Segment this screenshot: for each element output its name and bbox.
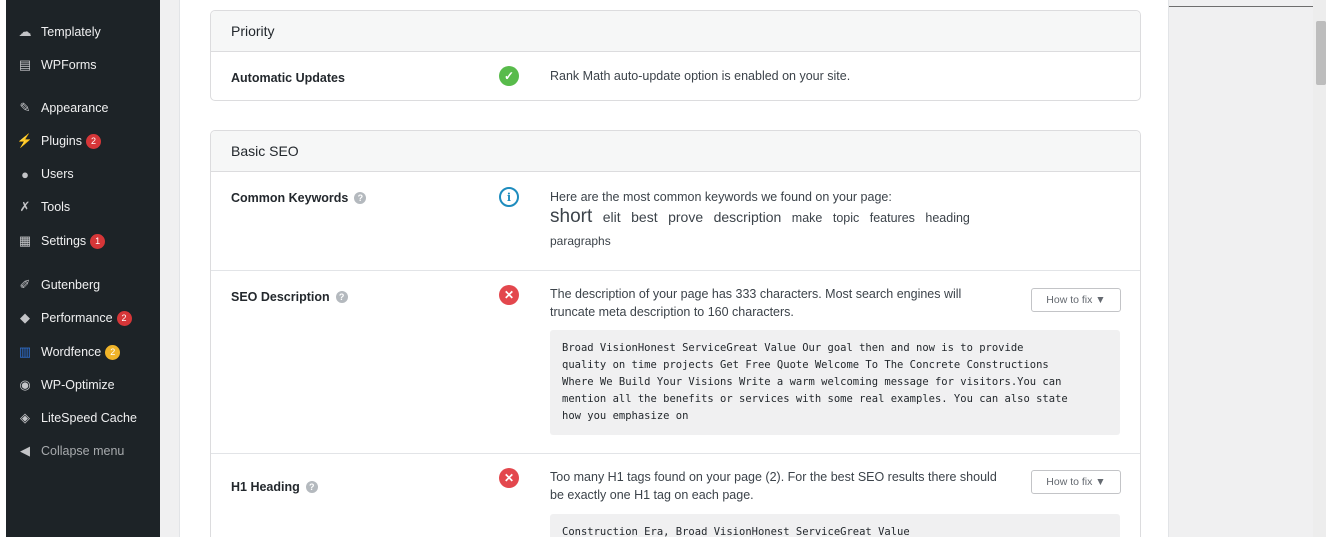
templately-icon: ☁ (18, 24, 32, 39)
sidebar-item-plugins[interactable]: ⚡ Plugins 2 (6, 126, 160, 156)
sidebar-item-templately[interactable]: ☁ Templately (6, 17, 160, 47)
common-keywords-row: Common Keywords ? i Here are the most co… (211, 173, 1140, 271)
how-to-fix-button[interactable]: How to fix ▼ (1031, 288, 1121, 312)
plugin-icon: ⚡ (16, 133, 34, 148)
h1-heading-row: H1 Heading ? ✕ Too many H1 tags found on… (211, 454, 1140, 537)
row-label-text: H1 Heading (231, 480, 300, 494)
keyword-cloud: short elit best prove description make t… (550, 203, 1050, 250)
sidebar-item-appearance[interactable]: ✎ Appearance (6, 93, 160, 123)
keyword: elit (602, 209, 621, 225)
sidebar-item-label: Collapse menu (41, 444, 125, 458)
collapse-icon: ◀ (20, 443, 30, 458)
sidebar-item-wp-optimize[interactable]: ◉ WP-Optimize (6, 370, 160, 400)
sidebar-item-label: LiteSpeed Cache (41, 411, 137, 425)
sidebar-item-users[interactable]: ● Users (6, 159, 160, 189)
row-label-text: Common Keywords (231, 191, 349, 205)
meta-description-code: Broad VisionHonest ServiceGreat Value Ou… (550, 330, 1120, 435)
sidebar-item-settings[interactable]: ▦ Settings 1 (6, 226, 160, 256)
update-count-badge: 2 (105, 344, 121, 360)
pencil-icon: ✐ (19, 277, 31, 292)
code-line: Where We Build Your Visions Write a warm… (562, 376, 1062, 388)
scrollbar-thumb[interactable] (1316, 21, 1326, 85)
message-line: be exactly one H1 tag on each page. (550, 488, 754, 502)
sidebar-item-tools[interactable]: ✗ Tools (6, 192, 160, 222)
message-line: Too many H1 tags found on your page (2).… (550, 470, 997, 484)
sidebar-item-gutenberg[interactable]: ✐ Gutenberg (6, 270, 160, 300)
admin-sidebar: ☁ Templately ▤ WPForms ✎ Appearance ⚡ Pl… (6, 0, 160, 537)
code-line: Broad VisionHonest ServiceGreat Value Ou… (562, 342, 1024, 354)
help-icon[interactable]: ? (354, 192, 367, 204)
row-label: H1 Heading ? (231, 480, 318, 494)
row-label-text: SEO Description (231, 290, 330, 304)
update-count-badge: 1 (90, 233, 106, 249)
code-line: how you emphasize on (562, 410, 689, 422)
keyword: topic (832, 211, 860, 225)
section-title: Priority (211, 11, 1140, 52)
priority-section: Priority Automatic Updates ✓ Rank Math a… (210, 10, 1141, 101)
sidebar-item-label: Appearance (41, 101, 109, 115)
wrench-icon: ✗ (19, 199, 31, 214)
keyword: description (713, 209, 782, 225)
code-line: quality on time projects Get Free Quote … (562, 359, 1049, 371)
how-to-fix-button[interactable]: How to fix ▼ (1031, 470, 1121, 494)
keyword: heading (925, 211, 970, 225)
paintbrush-icon: ✎ (19, 100, 31, 115)
sidebar-item-wordfence[interactable]: ▥ Wordfence 2 (6, 337, 160, 367)
error-icon: ✕ (499, 468, 519, 488)
basic-seo-section: Basic SEO Common Keywords ? i Here are t… (210, 130, 1141, 537)
row-label: SEO Description ? (231, 290, 348, 304)
divider (1169, 6, 1315, 7)
automatic-updates-row: Automatic Updates ✓ Rank Math auto-updat… (211, 53, 1140, 100)
keyword: make (791, 211, 823, 225)
sidebar-item-label: Tools (41, 200, 71, 214)
gauge-icon: ◆ (20, 310, 30, 325)
keyword: paragraphs (550, 234, 611, 248)
users-icon: ● (21, 166, 29, 182)
optimize-icon: ◉ (19, 377, 31, 392)
page-background (1169, 0, 1313, 537)
content-gutter (160, 0, 179, 537)
sidebar-item-litespeed-cache[interactable]: ◈ LiteSpeed Cache (6, 403, 160, 433)
sidebar-item-label: Users (41, 167, 74, 181)
keyword: features (869, 211, 915, 225)
sidebar-item-label: Settings (41, 234, 87, 248)
help-icon[interactable]: ? (305, 481, 318, 493)
wpforms-icon: ▤ (18, 57, 32, 72)
message-line: The description of your page has 333 cha… (550, 287, 962, 301)
message-line: truncate meta description to 160 charact… (550, 305, 794, 319)
collapse-menu-button[interactable]: ◀ Collapse menu (6, 436, 160, 466)
wordfence-icon: ▥ (18, 344, 32, 359)
screen: ☁ Templately ▤ WPForms ✎ Appearance ⚡ Pl… (0, 0, 1326, 537)
code-line: Construction Era, Broad VisionHonest Ser… (562, 526, 910, 537)
sidebar-item-wpforms[interactable]: ▤ WPForms (6, 50, 160, 80)
sidebar-item-label: WP-Optimize (41, 378, 115, 392)
row-label: Common Keywords ? (231, 191, 367, 205)
keyword: best (631, 209, 658, 225)
sidebar-item-label: Performance (41, 311, 113, 325)
settings-icon: ▦ (18, 233, 32, 248)
seo-description-row: SEO Description ? ✕ The description of y… (211, 271, 1140, 454)
check-icon: ✓ (499, 66, 519, 86)
h1-tags-code: Construction Era, Broad VisionHonest Ser… (550, 514, 1120, 537)
sidebar-item-label: Templately (41, 25, 101, 39)
section-title: Basic SEO (211, 131, 1140, 172)
row-message: Rank Math auto-update option is enabled … (550, 69, 851, 83)
sidebar-item-performance[interactable]: ◆ Performance 2 (6, 303, 160, 333)
sidebar-item-label: Plugins (41, 134, 82, 148)
litespeed-icon: ◈ (20, 410, 30, 425)
info-icon: i (499, 187, 519, 207)
sidebar-item-label: Gutenberg (41, 278, 101, 292)
keyword: short (550, 206, 593, 227)
error-icon: ✕ (499, 285, 519, 305)
update-count-badge: 2 (86, 133, 101, 149)
sidebar-item-label: WPForms (41, 58, 97, 72)
row-message: The description of your page has 333 cha… (550, 285, 961, 321)
row-message: Too many H1 tags found on your page (2).… (550, 468, 997, 504)
keyword: prove (668, 209, 704, 225)
code-line: mention all the benefits or services wit… (562, 393, 1068, 405)
help-icon[interactable]: ? (335, 291, 348, 303)
update-count-badge: 2 (116, 310, 132, 326)
row-label: Automatic Updates (231, 71, 345, 85)
sidebar-item-label: Wordfence (41, 345, 102, 359)
